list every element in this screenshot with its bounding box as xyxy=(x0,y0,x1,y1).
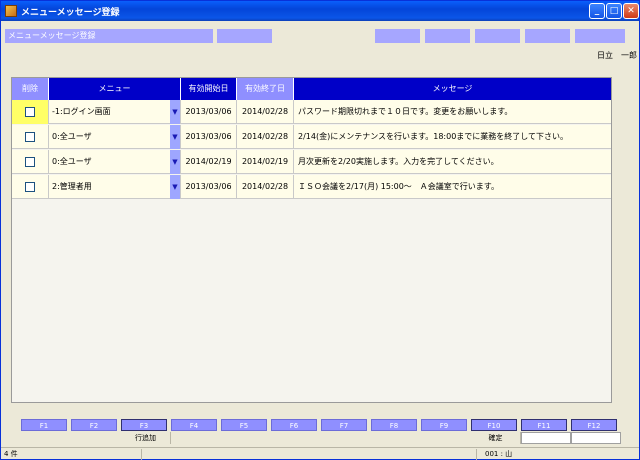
start-date-cell[interactable]: 2013/03/06 xyxy=(181,100,237,124)
f1-button[interactable]: F1 xyxy=(21,419,67,431)
f9-button[interactable]: F9 xyxy=(421,419,467,431)
end-date-cell[interactable]: 2014/02/19 xyxy=(237,150,294,174)
close-button[interactable]: ✕ xyxy=(623,3,639,19)
chevron-down-icon[interactable]: ▼ xyxy=(170,175,181,199)
message-cell[interactable]: パスワード期限切れまで１０日です。変更をお願いします。 xyxy=(294,100,611,124)
menu-cell[interactable]: -1:ログイン画面 xyxy=(49,100,181,124)
f3-description: 行追加 xyxy=(121,432,171,444)
header-message[interactable]: メッセージ xyxy=(294,78,611,100)
table-row[interactable]: 0:全ユーザ ▼ 2014/02/19 2014/02/19 月次更新を2/20… xyxy=(12,150,611,174)
delete-checkbox[interactable] xyxy=(25,157,35,167)
menu-cell[interactable]: 0:全ユーザ xyxy=(49,150,181,174)
top-function-box-3 xyxy=(475,29,520,43)
f7-button[interactable]: F7 xyxy=(321,419,367,431)
window-title: メニューメッセージ登録 xyxy=(21,8,120,18)
user-code: 001 : 山 xyxy=(485,450,513,458)
chevron-down-icon[interactable]: ▼ xyxy=(170,100,181,124)
end-date-cell[interactable]: 2014/02/28 xyxy=(237,175,294,199)
table-row[interactable]: 2:管理者用 ▼ 2013/03/06 2014/02/28 ＩＳＯ会議を2/1… xyxy=(12,175,611,199)
header-menu[interactable]: メニュー xyxy=(49,78,181,100)
user-name: 日立 一郎 xyxy=(597,51,637,60)
header-delete[interactable]: 削除 xyxy=(12,78,49,100)
end-date-cell[interactable]: 2014/02/28 xyxy=(237,100,294,124)
function-key-bar: F1 F2 F3 F4 F5 F6 F7 F8 F9 F10 F11 F12 xyxy=(21,419,621,431)
table-row[interactable]: -1:ログイン画面 ▼ 2013/03/06 2014/02/28 パスワード期… xyxy=(12,100,611,124)
delete-cell[interactable] xyxy=(12,125,49,149)
message-cell[interactable]: 月次更新を2/20実施します。入力を完了してください。 xyxy=(294,150,611,174)
f12-description xyxy=(571,432,621,444)
delete-cell[interactable] xyxy=(12,150,49,174)
status-bar: 4 件 001 : 山 xyxy=(1,447,639,460)
chevron-down-icon[interactable]: ▼ xyxy=(170,125,181,149)
f8-button[interactable]: F8 xyxy=(371,419,417,431)
status-divider xyxy=(141,449,142,460)
status-divider xyxy=(476,449,477,460)
f4-button[interactable]: F4 xyxy=(171,419,217,431)
maximize-button[interactable]: □ xyxy=(606,3,622,19)
f10-button[interactable]: F10 xyxy=(471,419,517,431)
f5-button[interactable]: F5 xyxy=(221,419,267,431)
menu-cell[interactable]: 0:全ユーザ xyxy=(49,125,181,149)
delete-checkbox[interactable] xyxy=(25,132,35,142)
table-row[interactable]: 0:全ユーザ ▼ 2013/03/06 2014/02/28 2/14(金)にメ… xyxy=(12,125,611,149)
f11-button[interactable]: F11 xyxy=(521,419,567,431)
header-end-date[interactable]: 有効終了日 xyxy=(237,78,294,100)
start-date-cell[interactable]: 2013/03/06 xyxy=(181,175,237,199)
start-date-cell[interactable]: 2013/03/06 xyxy=(181,125,237,149)
end-date-cell[interactable]: 2014/02/28 xyxy=(237,125,294,149)
top-function-box-2 xyxy=(425,29,470,43)
f12-button[interactable]: F12 xyxy=(571,419,617,431)
delete-cell[interactable] xyxy=(12,175,49,199)
top-function-box-1 xyxy=(375,29,420,43)
delete-cell[interactable] xyxy=(12,100,49,124)
f10-description: 確定 xyxy=(471,432,521,444)
f2-button[interactable]: F2 xyxy=(71,419,117,431)
delete-checkbox[interactable] xyxy=(25,182,35,192)
function-key-descriptions: 行追加 確定 xyxy=(21,432,621,444)
message-grid[interactable]: 削除 メニュー 有効開始日 有効終了日 メッセージ -1:ログイン画面 ▼ 20… xyxy=(11,77,612,403)
menu-cell[interactable]: 2:管理者用 xyxy=(49,175,181,199)
message-cell[interactable]: ＩＳＯ会議を2/17(月) 15:00～ Ａ会議室で行います。 xyxy=(294,175,611,199)
screen-name-label: メニューメッセージ登録 xyxy=(5,29,213,43)
chevron-down-icon[interactable]: ▼ xyxy=(170,150,181,174)
screen-status-box xyxy=(217,29,272,43)
app-icon xyxy=(5,5,17,17)
close-icon: ✕ xyxy=(627,6,635,16)
minimize-button[interactable]: _ xyxy=(589,3,605,19)
delete-checkbox[interactable] xyxy=(25,107,35,117)
maximize-icon: □ xyxy=(609,6,619,16)
title-bar[interactable]: メニューメッセージ登録 _ □ ✕ xyxy=(1,1,639,21)
f11-description xyxy=(521,432,571,444)
start-date-cell[interactable]: 2014/02/19 xyxy=(181,150,237,174)
f6-button[interactable]: F6 xyxy=(271,419,317,431)
application-window: メニューメッセージ登録 _ □ ✕ メニューメッセージ登録 日立 一郎 削除 メ… xyxy=(0,0,640,460)
record-count: 4 件 xyxy=(4,450,18,458)
f3-button[interactable]: F3 xyxy=(121,419,167,431)
message-cell[interactable]: 2/14(金)にメンテナンスを行います。18:00までに業務を終了して下さい。 xyxy=(294,125,611,149)
top-function-box-4 xyxy=(525,29,570,43)
header-start-date[interactable]: 有効開始日 xyxy=(181,78,237,100)
minimize-icon: _ xyxy=(594,6,600,16)
top-function-box-5 xyxy=(575,29,625,43)
